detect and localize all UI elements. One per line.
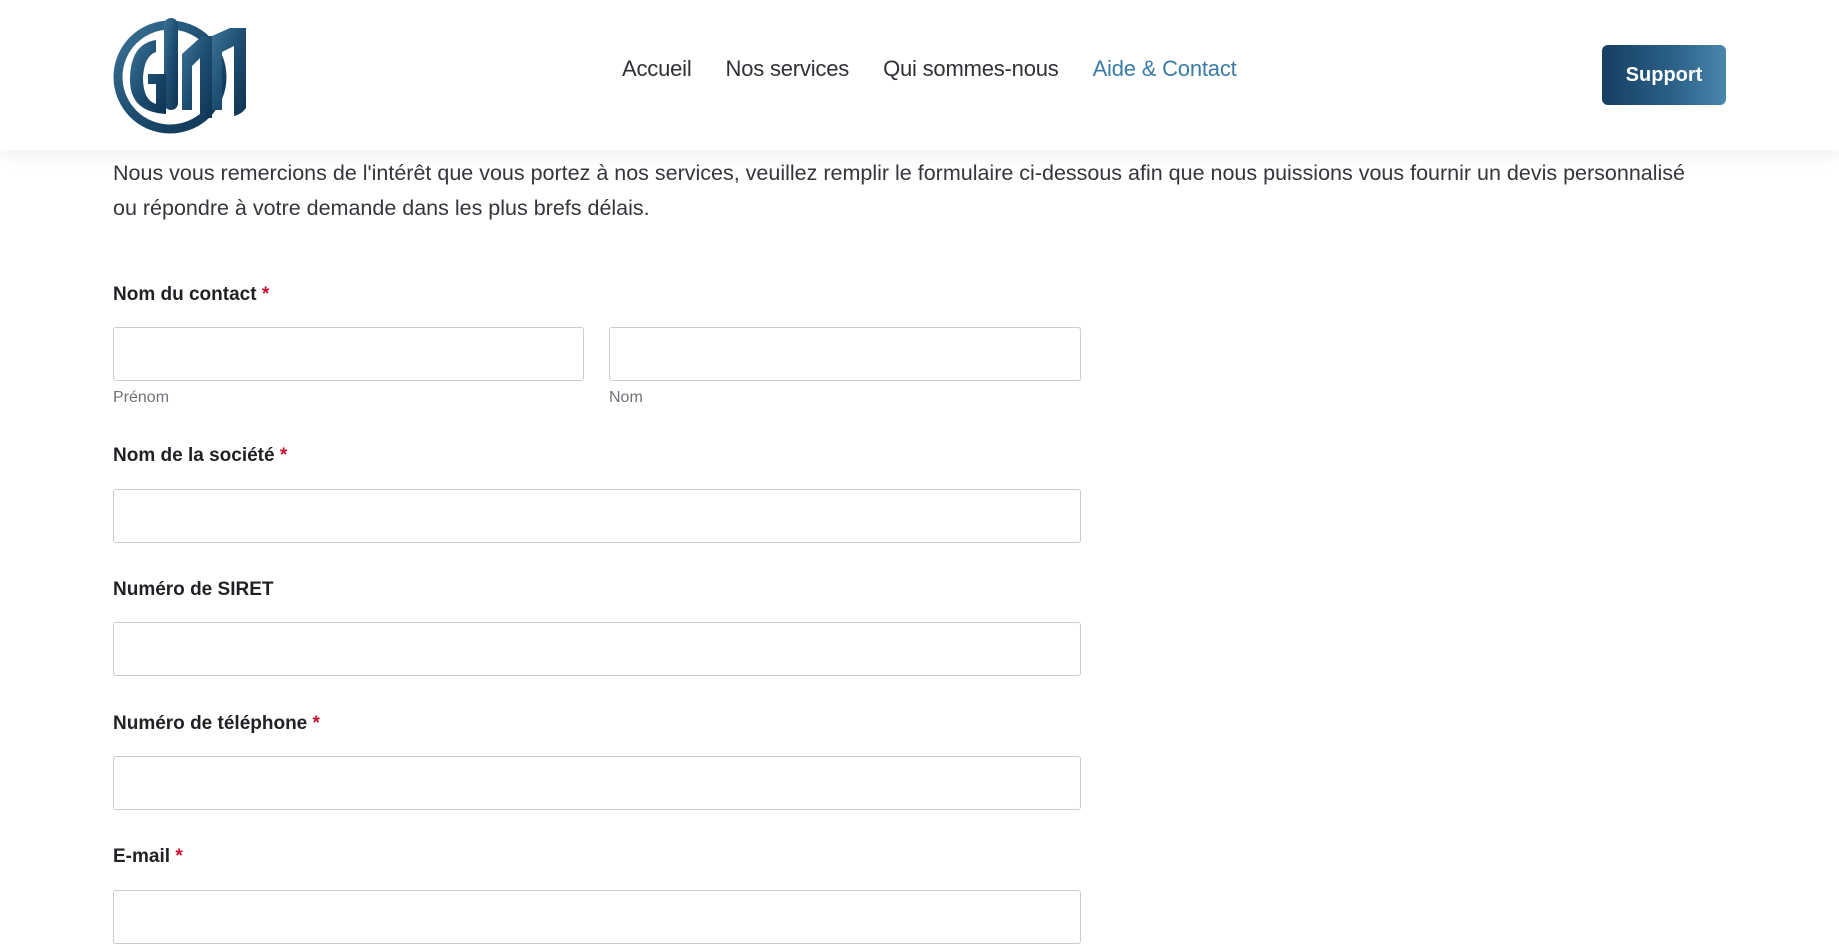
support-button[interactable]: Support [1602, 45, 1726, 105]
email-label: E-mail * [113, 846, 183, 868]
email-label-text: E-mail [113, 846, 171, 867]
main-nav: Accueil Nos services Qui sommes-nous Aid… [622, 56, 1271, 82]
required-asterisk: * [175, 846, 183, 867]
gim-logo[interactable] [112, 14, 248, 136]
first-name-input[interactable] [113, 327, 584, 381]
contact-name-label: Nom du contact * [113, 284, 269, 306]
required-asterisk: * [261, 284, 270, 305]
nav-item-accueil[interactable]: Accueil [622, 56, 692, 82]
nav-item-nos-services[interactable]: Nos services [726, 56, 850, 82]
required-asterisk: * [279, 445, 288, 466]
last-name-input[interactable] [609, 327, 1081, 381]
company-name-label-text: Nom de la société [113, 445, 275, 466]
required-asterisk: * [312, 713, 320, 734]
phone-label-text: Numéro de téléphone [113, 713, 308, 734]
siret-label: Numéro de SIRET [113, 579, 273, 601]
siret-label-text: Numéro de SIRET [113, 579, 274, 600]
last-name-sublabel: Nom [609, 389, 643, 406]
main-content: Nous vous remercions de l'intérêt que vo… [113, 150, 1713, 226]
company-name-label: Nom de la société * [113, 445, 287, 467]
nav-item-aide-contact[interactable]: Aide & Contact [1093, 56, 1237, 82]
email-input[interactable] [113, 890, 1081, 944]
company-name-input[interactable] [113, 489, 1081, 543]
phone-input[interactable] [113, 756, 1081, 810]
siret-input[interactable] [113, 622, 1081, 676]
contact-name-label-text: Nom du contact [113, 284, 257, 305]
nav-item-qui-sommes-nous[interactable]: Qui sommes-nous [883, 56, 1059, 82]
intro-text: Nous vous remercions de l'intérêt que vo… [113, 161, 1685, 220]
site-header: Accueil Nos services Qui sommes-nous Aid… [0, 0, 1839, 150]
phone-label: Numéro de téléphone * [113, 713, 320, 735]
first-name-sublabel: Prénom [113, 389, 170, 406]
